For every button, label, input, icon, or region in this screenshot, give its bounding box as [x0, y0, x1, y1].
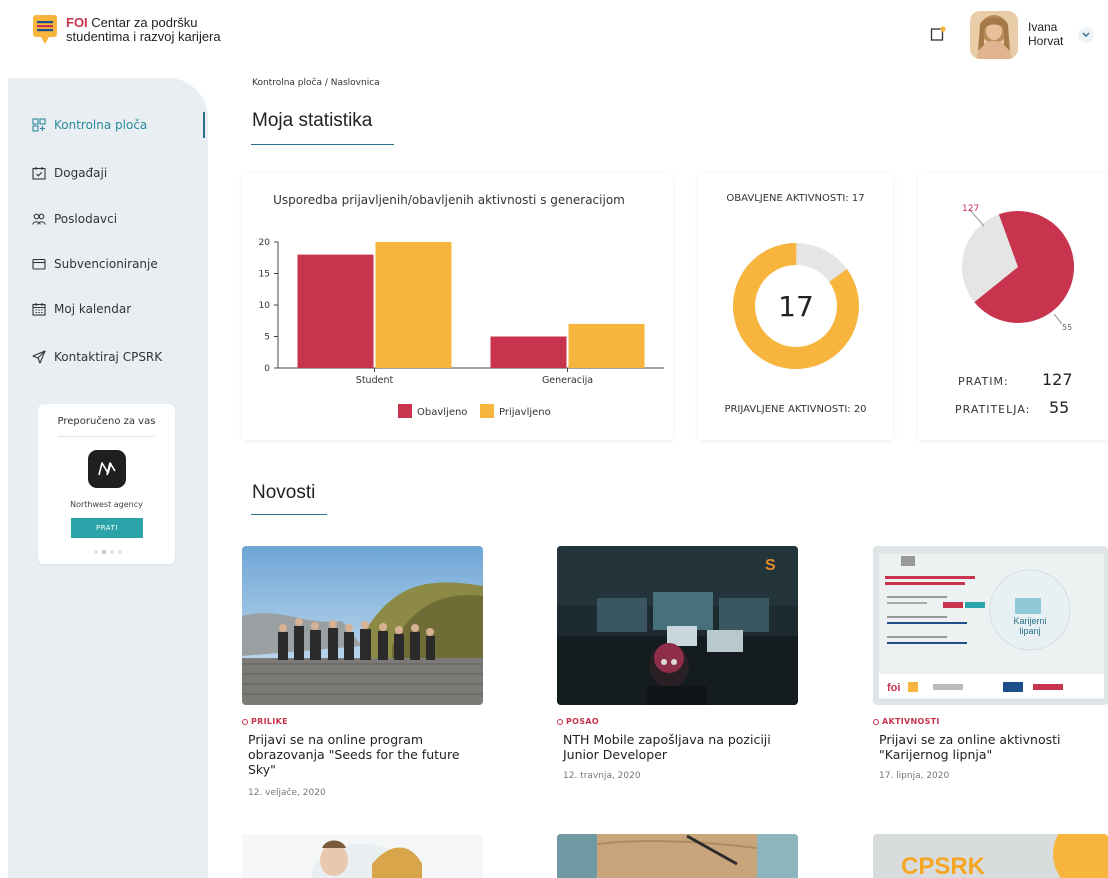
recommendation-card: Preporučeno za vas Northwest agency PRAT… — [38, 404, 175, 564]
logo[interactable]: FOI Centar za podršku studentima i razvo… — [32, 14, 221, 46]
legend-label: Prijavljeno — [499, 407, 551, 418]
pie-label-followers: 55 — [1062, 323, 1072, 332]
notification-icon[interactable] — [930, 26, 946, 42]
svg-text:lipanj: lipanj — [1019, 626, 1040, 636]
news-item-title[interactable]: NTH Mobile zapošljava na poziciji Junior… — [563, 732, 798, 762]
sidebar-item-poslodavci[interactable]: Poslodavci — [32, 212, 117, 226]
legend-swatch — [398, 404, 412, 418]
following-value: 127 — [1042, 370, 1073, 389]
news-image[interactable] — [242, 834, 483, 878]
news-image[interactable] — [557, 834, 798, 878]
legend-swatch — [480, 404, 494, 418]
following-label: PRATIM: — [958, 375, 1009, 388]
sidebar-item-kontrolna-ploca[interactable]: Kontrolna ploča — [32, 118, 147, 132]
stats-title: Moja statistika — [252, 110, 373, 131]
bar — [490, 336, 567, 368]
sidebar-item-dogadaji[interactable]: Događaji — [32, 166, 107, 180]
y-tick-label: 15 — [259, 270, 270, 280]
pie-label-following: 127 — [962, 204, 979, 214]
divider — [58, 436, 155, 437]
recommendation-title: Preporučeno za vas — [57, 416, 156, 427]
news-tag[interactable]: AKTIVNOSTI — [873, 717, 940, 726]
sidebar-item-label: Moj kalendar — [54, 302, 132, 316]
news-date: 17. lipnja, 2020 — [879, 771, 950, 781]
active-indicator — [203, 112, 205, 138]
company-name: Northwest agency — [70, 500, 143, 509]
news-tag[interactable]: POSAO — [557, 717, 599, 726]
chevron-down-icon[interactable] — [1078, 27, 1094, 43]
dashboard-icon — [32, 118, 46, 132]
followers-label: PRATITELJA: — [955, 403, 1031, 416]
registered-activities-label: PRIJAVLJENE AKTIVNOSTI: 20 — [724, 404, 867, 415]
x-tick-label: Generacija — [542, 375, 593, 386]
bar — [568, 323, 645, 368]
logo-icon — [32, 14, 58, 46]
donut-chart: 17 — [733, 243, 859, 369]
news-date: 12. travnja, 2020 — [563, 771, 641, 781]
news-title: Novosti — [252, 482, 316, 503]
card-icon — [32, 258, 46, 270]
logo-text: FOI Centar za podršku studentima i razvo… — [66, 15, 221, 44]
sidebar-item-label: Događaji — [54, 166, 108, 180]
carousel-dots[interactable] — [94, 550, 122, 554]
calendar-icon — [32, 303, 46, 316]
news-tag[interactable]: PRILIKE — [242, 717, 288, 726]
bar-chart: 0 5 10 15 20 Student Generacija Obavljeno Prijav… — [259, 238, 664, 418]
news-title-underline — [251, 514, 327, 515]
sidebar-item-label: Subvencioniranje — [54, 257, 158, 271]
calendar-check-icon — [32, 167, 46, 180]
y-tick-label: 10 — [259, 301, 271, 311]
news-image[interactable]: CPSRK — [873, 834, 1108, 878]
news-image[interactable]: Karijerni lipanj foi — [873, 546, 1108, 705]
send-icon — [32, 350, 46, 364]
pie-leader-line — [1053, 313, 1063, 325]
y-tick-label: 20 — [259, 238, 271, 248]
sidebar-item-label: Poslodavci — [54, 212, 118, 226]
sidebar-item-label: Kontaktiraj CPSRK — [54, 350, 163, 364]
sidebar-item-label: Kontrolna ploča — [54, 118, 148, 132]
svg-text:Karijerni: Karijerni — [1013, 616, 1046, 626]
users-icon — [32, 213, 46, 225]
y-tick-label: 0 — [264, 364, 270, 374]
company-logo[interactable] — [88, 450, 126, 488]
svg-text:foi: foi — [887, 682, 900, 694]
x-tick-label: Student — [356, 375, 394, 386]
bar — [375, 242, 452, 368]
breadcrumb[interactable]: Kontrolna ploča / Naslovnica — [252, 78, 380, 88]
svg-text:S: S — [765, 557, 776, 574]
followers-value: 55 — [1049, 398, 1070, 417]
user-name[interactable]: Ivana Horvat — [1028, 20, 1063, 48]
news-item-title[interactable]: Prijavi se na online program obrazovanja… — [248, 732, 483, 777]
svg-text:CPSRK: CPSRK — [901, 853, 986, 878]
news-image[interactable] — [242, 546, 483, 705]
stats-title-underline — [251, 144, 394, 145]
bar — [297, 254, 374, 368]
legend-label: Obavljeno — [417, 407, 467, 418]
done-activities-label: OBAVLJENE AKTIVNOSTI: 17 — [726, 193, 865, 204]
news-date: 12. veljače, 2020 — [248, 788, 326, 798]
y-tick-label: 5 — [264, 333, 270, 343]
follow-button[interactable]: PRATI — [71, 518, 143, 538]
sidebar-item-moj-kalendar[interactable]: Moj kalendar — [32, 302, 131, 316]
sidebar-item-subvencioniranje[interactable]: Subvencioniranje — [32, 257, 158, 271]
follow-pie-chart: 127 55 — [962, 204, 1074, 332]
news-item-title[interactable]: Prijavi se za online aktivnosti "Karijer… — [879, 732, 1108, 762]
avatar[interactable] — [970, 11, 1018, 59]
news-image[interactable]: S — [557, 546, 798, 705]
sidebar-item-kontaktiraj[interactable]: Kontaktiraj CPSRK — [32, 350, 162, 364]
donut-center-value: 17 — [778, 290, 814, 323]
